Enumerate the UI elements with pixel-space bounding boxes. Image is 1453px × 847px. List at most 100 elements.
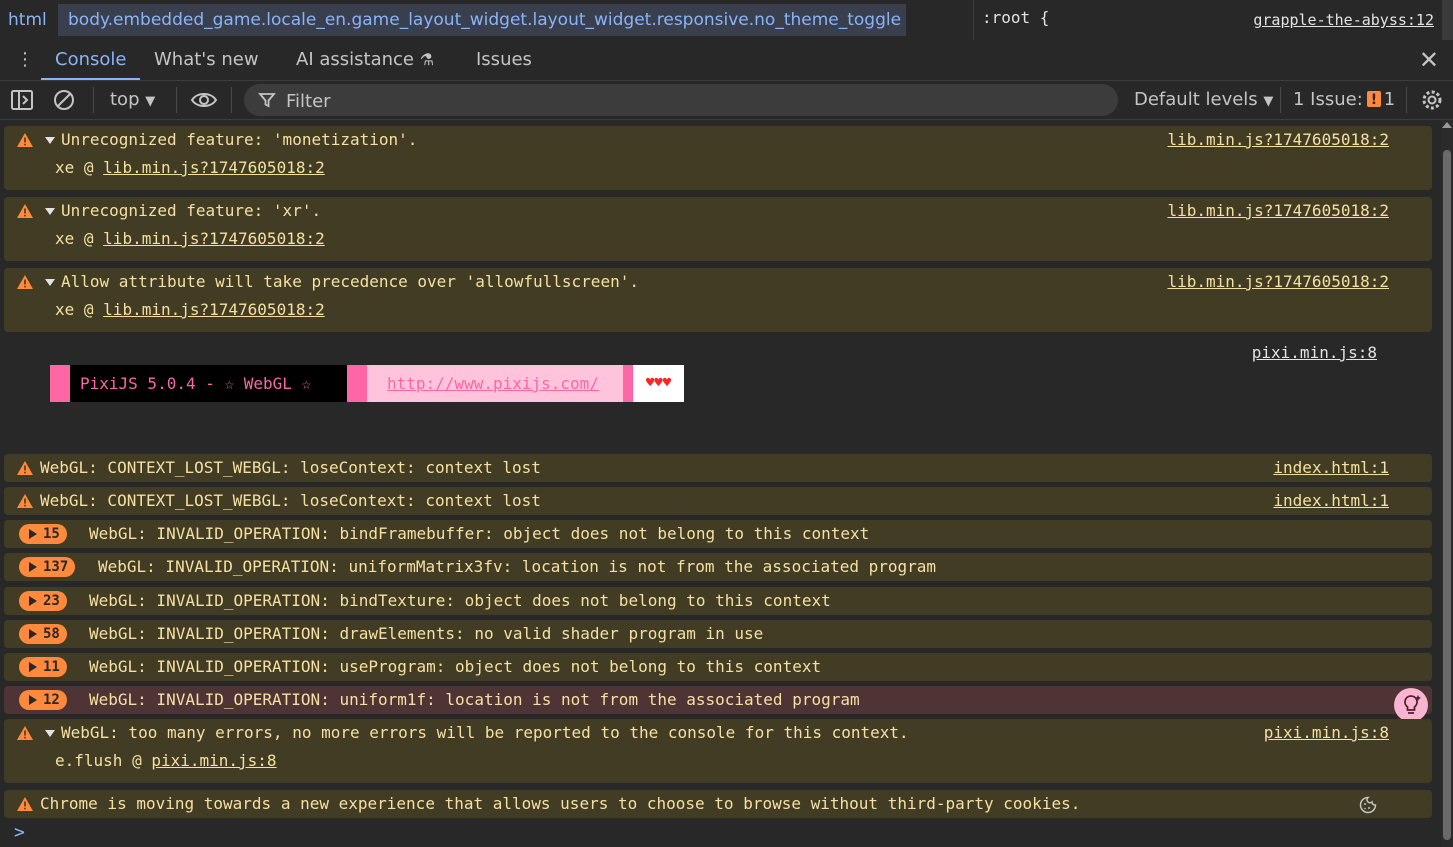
- expand-triangle-icon[interactable]: [45, 137, 55, 144]
- console-warning[interactable]: WebGL: too many errors, no more errors w…: [4, 719, 1432, 783]
- tab-console[interactable]: Console: [40, 40, 142, 80]
- chevron-down-icon: ▼: [145, 94, 156, 109]
- context-value: top: [110, 89, 140, 110]
- message-text: WebGL: INVALID_OPERATION: uniform1f: loc…: [89, 690, 860, 709]
- repeat-count-badge[interactable]: 137: [19, 557, 76, 577]
- pixi-source-link[interactable]: pixi.min.js:8: [1252, 343, 1377, 362]
- banner-pink-block: [50, 365, 70, 402]
- toolbar-divider: [93, 87, 94, 113]
- frame-link[interactable]: lib.min.js?1747605018:2: [103, 158, 325, 177]
- console-warning-group[interactable]: 137 WebGL: INVALID_OPERATION: uniformMat…: [4, 553, 1432, 581]
- repeat-count-badge[interactable]: 58: [19, 624, 67, 644]
- message-text: Unrecognized feature: 'xr'.: [61, 201, 322, 220]
- styles-scrollbar[interactable]: [1442, 0, 1453, 40]
- issues-label: 1 Issue:: [1293, 89, 1363, 110]
- eye-icon[interactable]: [190, 87, 218, 113]
- levels-label: Default levels: [1134, 89, 1258, 110]
- warning-icon: [17, 461, 33, 475]
- message-text: Unrecognized feature: 'monetization'.: [61, 130, 418, 149]
- message-text: Chrome is moving towards a new experienc…: [40, 794, 1081, 813]
- message-text: WebGL: CONTEXT_LOST_WEBGL: loseContext: …: [40, 491, 541, 510]
- message-source-link[interactable]: pixi.min.js:8: [1264, 723, 1389, 742]
- message-source-link[interactable]: index.html:1: [1273, 491, 1389, 510]
- frame-link[interactable]: pixi.min.js:8: [151, 751, 276, 770]
- context-selector[interactable]: top ▼: [110, 87, 155, 115]
- expand-triangle-icon[interactable]: [45, 208, 55, 215]
- issues-count: 1: [1383, 89, 1396, 110]
- scroll-up-arrow-icon[interactable]: [1442, 122, 1452, 128]
- console-warning[interactable]: Chrome is moving towards a new experienc…: [4, 790, 1432, 818]
- banner-link[interactable]: http://www.pixijs.com/: [367, 365, 623, 402]
- banner-pink-block: [623, 365, 633, 402]
- message-text: WebGL: INVALID_OPERATION: drawElements: …: [89, 624, 764, 643]
- sidebar-toggle-icon[interactable]: [10, 87, 34, 113]
- console-warning[interactable]: WebGL: CONTEXT_LOST_WEBGL: loseContext: …: [4, 487, 1432, 515]
- warning-icon: [17, 204, 33, 218]
- warning-icon: [17, 726, 33, 740]
- expand-triangle-icon[interactable]: [45, 279, 55, 286]
- filter-box: [244, 84, 1118, 118]
- frame-function: xe @: [55, 300, 104, 319]
- tab-ai-assistance[interactable]: AI assistance ⚗: [296, 40, 434, 80]
- toolbar-divider: [231, 87, 232, 113]
- log-levels-dropdown[interactable]: Default levels ▼: [1134, 87, 1273, 115]
- message-source-link[interactable]: lib.min.js?1747605018:2: [1167, 201, 1389, 220]
- breadcrumb-body[interactable]: body.embedded_game.locale_en.game_layout…: [58, 4, 906, 36]
- tab-issues[interactable]: Issues: [476, 40, 532, 80]
- banner-pink-block: [347, 365, 367, 402]
- banner-version-text: PixiJS 5.0.4 - ☆ WebGL ☆: [70, 365, 347, 402]
- styles-pane: :root { grapple-the-abyss:12: [973, 0, 1453, 40]
- message-source-link[interactable]: lib.min.js?1747605018:2: [1167, 272, 1389, 291]
- message-text: WebGL: INVALID_OPERATION: useProgram: ob…: [89, 657, 822, 676]
- filter-input[interactable]: [284, 84, 1088, 118]
- repeat-count-badge[interactable]: 11: [19, 657, 67, 677]
- frame-link[interactable]: lib.min.js?1747605018:2: [103, 300, 325, 319]
- console-warning-group[interactable]: 58 WebGL: INVALID_OPERATION: drawElement…: [4, 620, 1432, 648]
- message-source-link[interactable]: index.html:1: [1273, 458, 1389, 477]
- stack-frame: xe @ lib.min.js?1747605018:2: [55, 300, 325, 319]
- console-warning[interactable]: Unrecognized feature: 'xr'. lib.min.js?1…: [4, 197, 1432, 261]
- repeat-count-badge[interactable]: 12: [19, 690, 67, 710]
- tab-whats-new[interactable]: What's new: [154, 40, 259, 80]
- console-toolbar: top ▼ Default levels ▼ 1 Issue: 1: [0, 81, 1453, 120]
- frame-function: xe @: [55, 158, 104, 177]
- console-warning[interactable]: Allow attribute will take precedence ove…: [4, 268, 1432, 332]
- close-icon[interactable]: ✕: [1419, 46, 1439, 74]
- breadcrumb-html[interactable]: html: [0, 4, 55, 36]
- message-text: WebGL: too many errors, no more errors w…: [61, 723, 909, 742]
- expand-triangle-icon[interactable]: [45, 730, 55, 737]
- settings-gear-icon[interactable]: [1420, 87, 1444, 113]
- chevron-down-icon: ▼: [1263, 94, 1274, 109]
- style-source-link[interactable]: grapple-the-abyss:12: [1253, 11, 1434, 29]
- warning-icon: [17, 275, 33, 289]
- message-source-link[interactable]: lib.min.js?1747605018:2: [1167, 130, 1389, 149]
- console-warning-group[interactable]: 11 WebGL: INVALID_OPERATION: useProgram:…: [4, 653, 1432, 681]
- console-warning-group[interactable]: 15 WebGL: INVALID_OPERATION: bindFramebu…: [4, 520, 1432, 548]
- console-prompt[interactable]: >: [14, 822, 25, 843]
- kebab-menu-icon[interactable]: ⋮: [16, 50, 34, 70]
- console-warning-group-selected[interactable]: 12 WebGL: INVALID_OPERATION: uniform1f: …: [4, 686, 1432, 714]
- toolbar-divider: [176, 87, 177, 113]
- repeat-count-badge[interactable]: 15: [19, 524, 67, 544]
- clear-console-icon[interactable]: [52, 87, 76, 113]
- frame-function: e.flush @: [55, 751, 152, 770]
- message-text: WebGL: INVALID_OPERATION: uniformMatrix3…: [98, 557, 937, 576]
- frame-link[interactable]: lib.min.js?1747605018:2: [103, 229, 325, 248]
- message-text: Allow attribute will take precedence ove…: [61, 272, 639, 291]
- console-warning-group[interactable]: 23 WebGL: INVALID_OPERATION: bindTexture…: [4, 587, 1432, 615]
- repeat-count-badge[interactable]: 23: [19, 591, 67, 611]
- ai-assistant-icon[interactable]: [1394, 688, 1428, 722]
- console-warning[interactable]: Unrecognized feature: 'monetization'. li…: [4, 126, 1432, 190]
- filter-icon: [258, 93, 276, 108]
- console-scrollbar[interactable]: [1441, 120, 1453, 847]
- console-warning[interactable]: WebGL: CONTEXT_LOST_WEBGL: loseContext: …: [4, 454, 1432, 482]
- issues-counter-button[interactable]: 1 Issue: 1: [1293, 87, 1395, 113]
- cookie-icon[interactable]: [1359, 796, 1377, 814]
- issue-warning-icon: [1366, 87, 1381, 113]
- console-messages: Unrecognized feature: 'monetization'. li…: [0, 120, 1441, 847]
- message-text: WebGL: INVALID_OPERATION: bindFramebuffe…: [89, 524, 870, 543]
- scrollbar-thumb[interactable]: [1443, 150, 1451, 840]
- toolbar-divider: [1406, 87, 1407, 113]
- warning-icon: [17, 494, 33, 508]
- message-text: WebGL: INVALID_OPERATION: bindTexture: o…: [89, 591, 831, 610]
